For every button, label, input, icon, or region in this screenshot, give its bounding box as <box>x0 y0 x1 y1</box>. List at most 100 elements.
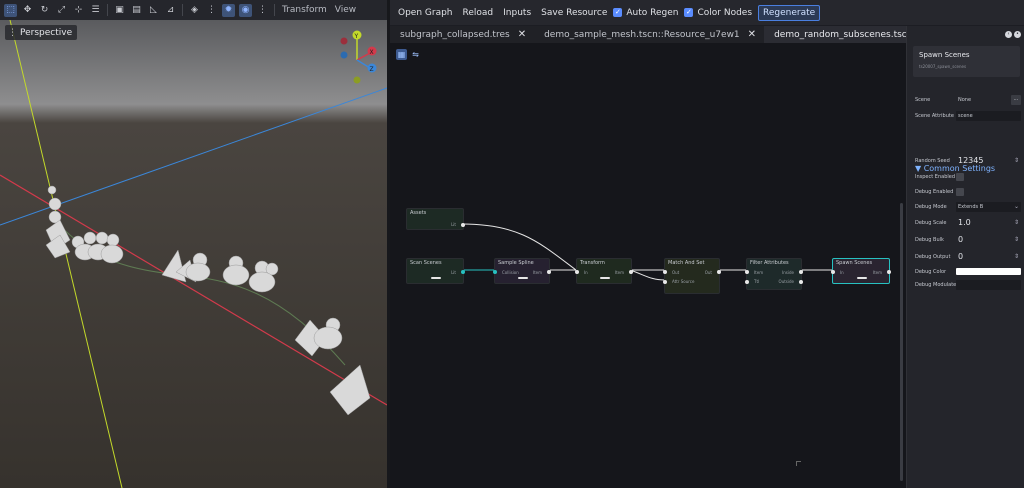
debug-modulate-field[interactable] <box>956 279 1021 290</box>
debug-output-field[interactable]: 0 ⇕ <box>956 252 1021 262</box>
graph-scrollbar[interactable] <box>900 203 903 481</box>
back-icon[interactable]: ‹ <box>1005 31 1012 38</box>
output-port[interactable] <box>887 270 891 274</box>
input-port[interactable] <box>575 270 579 274</box>
random-seed-field[interactable]: 12345 ⇕ <box>956 156 1021 166</box>
close-icon[interactable]: ✕ <box>748 29 756 40</box>
prop-label: Scene <box>915 96 931 103</box>
open-graph-button[interactable]: Open Graph <box>394 5 457 21</box>
more-options-icon[interactable]: ⋮ <box>205 4 218 17</box>
output-port[interactable] <box>799 270 803 274</box>
3d-viewport[interactable]: ⬚ ✥ ↻ ⤢ ⊹ ☰ ▣ ▤ ◺ ⊿ ◈ ⋮ ✹ ◉ ⋮ Transform … <box>0 0 387 488</box>
output-port[interactable] <box>717 270 721 274</box>
node-transform[interactable]: Transform In Item <box>575 258 633 284</box>
scene-value[interactable]: None <box>956 95 1008 105</box>
selectable-icon[interactable]: ⊹ <box>72 4 85 17</box>
input-port[interactable] <box>493 270 497 274</box>
checkmark-icon: ✓ <box>684 8 694 17</box>
minimap-toggle-icon[interactable]: ▦ <box>396 49 407 60</box>
prop-label: Debug Bulk <box>915 236 944 243</box>
spinner-icon[interactable]: ⇕ <box>1014 252 1021 262</box>
input-port[interactable] <box>745 270 749 274</box>
move-tool-icon[interactable]: ✥ <box>21 4 34 17</box>
perspective-button[interactable]: ⋮ Perspective <box>5 25 78 40</box>
node-spawn-scenes[interactable]: Spawn Scenes In Item <box>831 258 891 284</box>
input-port[interactable] <box>663 270 667 274</box>
prop-random-seed: Random Seed 12345 ⇕ <box>915 155 1021 166</box>
pin-label: Attr Source <box>672 279 695 284</box>
input-port[interactable] <box>745 280 749 284</box>
menu-transform[interactable]: Transform <box>282 5 327 15</box>
node-sample-spline[interactable]: Sample Spline Collision Item <box>493 258 551 284</box>
settings-icon[interactable]: • <box>1014 31 1021 38</box>
more-options-icon[interactable]: ⋮ <box>256 4 269 17</box>
scene-attribute-field[interactable]: scene <box>956 110 1021 121</box>
pin-label: Item <box>754 270 764 275</box>
debug-mode-select[interactable]: Extends B ⌄ <box>956 201 1021 212</box>
toolbar-divider <box>182 4 183 16</box>
node-scan-scenes[interactable]: Scan Scenes Lit <box>406 258 465 284</box>
lock-icon[interactable]: ▣ <box>113 4 126 17</box>
node-graph-canvas[interactable]: ▦ ⇋ Assets Lit Scan Scenes Lit Sample Sp… <box>390 43 906 488</box>
viewport-toolbar: ⬚ ✥ ↻ ⤢ ⊹ ☰ ▣ ▤ ◺ ⊿ ◈ ⋮ ✹ ◉ ⋮ Transform … <box>0 0 387 20</box>
color-nodes-checkbox[interactable]: ✓ Color Nodes <box>684 8 752 18</box>
debug-enabled-checkbox[interactable] <box>956 187 964 196</box>
scale-tool-icon[interactable]: ⤢ <box>55 4 68 17</box>
output-port[interactable] <box>629 270 633 274</box>
auto-regen-checkbox[interactable]: ✓ Auto Regen <box>613 8 678 18</box>
ruler-icon[interactable]: ◺ <box>147 4 160 17</box>
save-resource-button[interactable]: Save Resource <box>537 5 611 21</box>
sun-preview-icon[interactable]: ✹ <box>222 3 235 17</box>
prop-label: Debug Output <box>915 253 951 260</box>
rotate-tool-icon[interactable]: ↻ <box>38 4 51 17</box>
node-preview-bar <box>518 277 528 279</box>
output-port[interactable] <box>547 270 551 274</box>
arrange-nodes-icon[interactable]: ⇋ <box>410 49 421 60</box>
node-match-and-set[interactable]: Match And Set Out Attr Source Out <box>663 258 721 294</box>
pin-label: Inside <box>782 270 794 275</box>
node-filter-attributes[interactable]: Filter Attributes Item Ttl Inside Outsid… <box>745 258 803 290</box>
output-port[interactable] <box>799 280 803 284</box>
regenerate-button[interactable]: Regenerate <box>758 4 821 21</box>
prop-label: Random Seed <box>915 157 950 164</box>
select-tool-icon[interactable]: ⬚ <box>4 3 17 17</box>
auto-regen-label: Auto Regen <box>626 7 679 18</box>
checkmark-icon: ✓ <box>613 8 623 17</box>
input-port[interactable] <box>663 280 667 284</box>
debug-color-swatch[interactable] <box>956 268 1021 275</box>
menu-view[interactable]: View <box>335 5 356 15</box>
prop-label: Debug Modulate <box>915 281 957 288</box>
scene-render[interactable]: Y X Z <box>0 20 387 488</box>
reload-button[interactable]: Reload <box>459 5 498 21</box>
graph-editor-toolbar: Open Graph Reload Inputs Save Resource ✓… <box>390 0 1024 25</box>
debug-scale-value: 1.0 <box>958 217 971 227</box>
graph-editor-panel: Open Graph Reload Inputs Save Resource ✓… <box>390 0 1024 488</box>
environment-preview-icon[interactable]: ◉ <box>239 3 252 17</box>
node-title: Scan Scenes <box>410 260 442 266</box>
inspector-header: ‹ • <box>907 26 1024 43</box>
kebab-menu-icon: ⋮ <box>8 27 17 38</box>
graph-tools: ▦ ⇋ <box>396 49 424 60</box>
local-space-icon[interactable]: ◈ <box>188 4 201 17</box>
color-nodes-label: Color Nodes <box>697 7 753 18</box>
spinner-icon[interactable]: ⇕ <box>1014 235 1021 245</box>
browse-button[interactable]: ⋯ <box>1011 94 1021 105</box>
input-port[interactable] <box>831 270 835 274</box>
node-title: Transform <box>580 260 605 266</box>
snap-icon[interactable]: ⊿ <box>164 4 177 17</box>
tab-subgraph-collapsed[interactable]: subgraph_collapsed.tres ✕ <box>390 26 534 43</box>
output-port[interactable] <box>461 270 465 274</box>
debug-bulk-field[interactable]: 0 ⇕ <box>956 235 1021 245</box>
node-assets[interactable]: Assets Lit <box>406 208 465 230</box>
spinner-icon[interactable]: ⇕ <box>1014 218 1021 228</box>
list-select-icon[interactable]: ☰ <box>89 4 102 17</box>
group-icon[interactable]: ▤ <box>130 4 143 17</box>
inputs-button[interactable]: Inputs <box>499 5 535 21</box>
output-port[interactable] <box>461 223 465 227</box>
pin-label: In <box>584 270 588 275</box>
tab-demo-sample-mesh[interactable]: demo_sample_mesh.tscn::Resource_u7ew1 ✕ <box>534 26 764 43</box>
inspect-enabled-checkbox[interactable] <box>956 172 964 181</box>
debug-scale-field[interactable]: 1.0 ⇕ <box>956 218 1021 228</box>
close-icon[interactable]: ✕ <box>518 29 526 40</box>
spinner-icon[interactable]: ⇕ <box>1014 156 1021 166</box>
